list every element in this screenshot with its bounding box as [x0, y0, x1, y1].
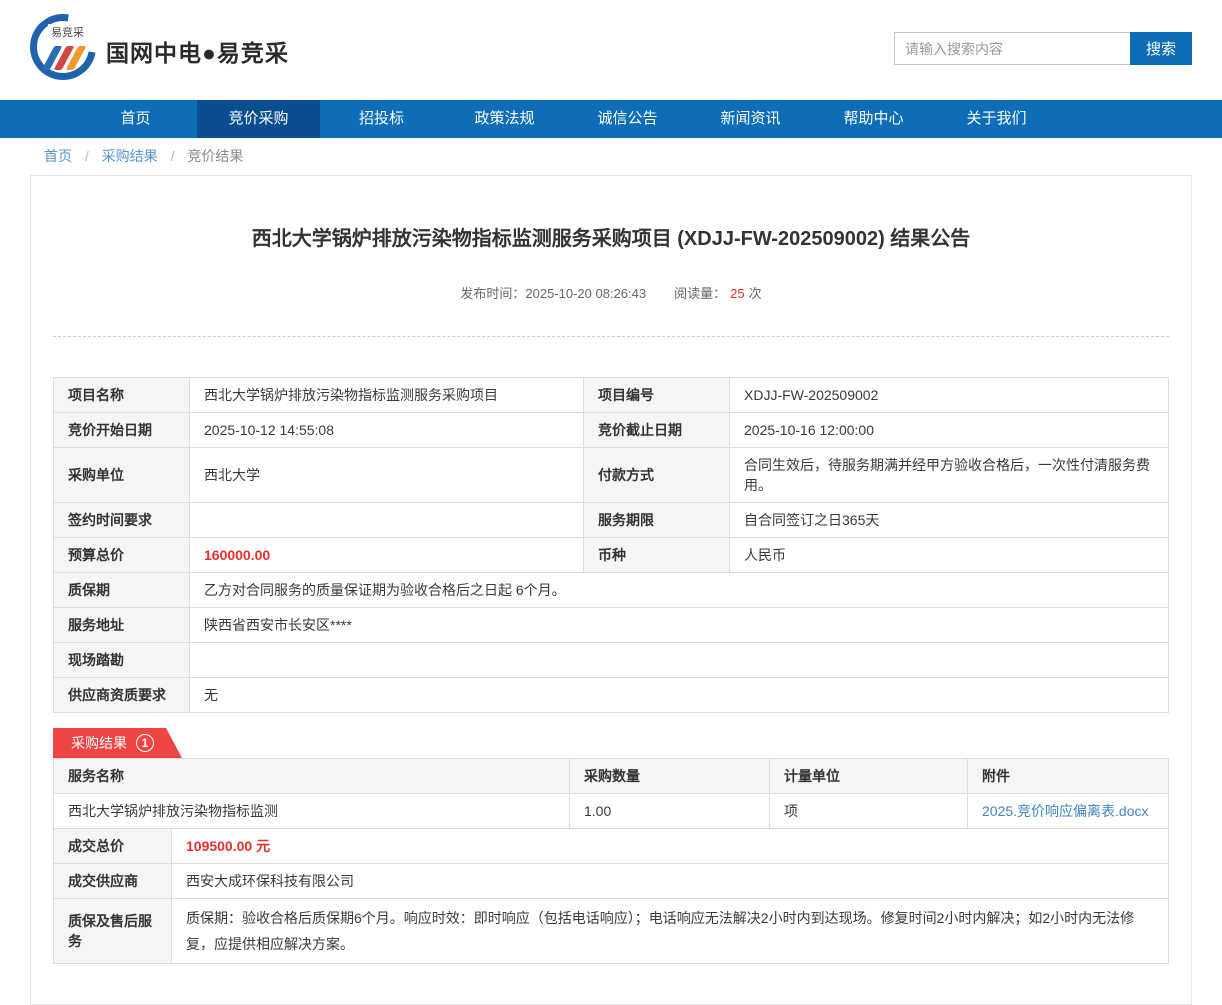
table-row: 供应商资质要求 无: [54, 678, 1169, 713]
breadcrumb-separator: /: [171, 148, 175, 164]
field-label: 项目编号: [584, 378, 730, 413]
column-header-service-name: 服务名称: [54, 759, 570, 794]
breadcrumb: 首页 / 采购结果 / 竞价结果: [0, 138, 1222, 175]
field-label: 供应商资质要求: [54, 678, 190, 713]
breadcrumb-home[interactable]: 首页: [44, 148, 72, 164]
views-label: 阅读量：: [674, 286, 726, 301]
site-header: 易竞采 国网中电●易竞采 搜索: [0, 0, 1222, 100]
warranty-service-terms: 质保期：验收合格后质保期6个月。响应时效：即时响应（包括电话响应）；电话响应无法…: [172, 899, 1169, 964]
search-button[interactable]: 搜索: [1130, 32, 1192, 65]
field-label: 竞价开始日期: [54, 413, 190, 448]
column-header-quantity: 采购数量: [570, 759, 770, 794]
article-header: 西北大学锅炉排放污染物指标监测服务采购项目 (XDJJ-FW-202509002…: [53, 176, 1169, 337]
field-value: [190, 643, 1169, 678]
table-row: 现场踏勘: [54, 643, 1169, 678]
field-value: 陕西省西安市长安区****: [190, 608, 1169, 643]
table-row: 质保及售后服务 质保期：验收合格后质保期6个月。响应时效：即时响应（包括电话响应…: [54, 899, 1169, 964]
nav-item-tendering[interactable]: 招投标: [320, 100, 443, 138]
logo-strokes-icon: [48, 46, 80, 70]
table-row: 服务地址 陕西省西安市长安区****: [54, 608, 1169, 643]
site-brand-title: 国网中电●易竞采: [106, 34, 289, 68]
field-label: 采购单位: [54, 448, 190, 503]
site-logo[interactable]: 易竞采: [28, 12, 104, 88]
result-count-badge: 1: [136, 734, 154, 752]
nav-item-policies[interactable]: 政策法规: [443, 100, 566, 138]
views-count: 25: [730, 286, 744, 301]
nav-item-news[interactable]: 新闻资讯: [689, 100, 812, 138]
field-label: 质保及售后服务: [54, 899, 172, 964]
breadcrumb-current: 竞价结果: [187, 148, 243, 164]
attachment-cell: 2025.竞价响应偏离表.docx: [968, 794, 1169, 829]
field-value: 合同生效后，待服务期满并经甲方验收合格后，一次性付清服务费用。: [730, 448, 1169, 503]
field-value: 乙方对合同服务的质量保证期为验收合格后之日起 6个月。: [190, 573, 1169, 608]
page-title: 西北大学锅炉排放污染物指标监测服务采购项目 (XDJJ-FW-202509002…: [53, 222, 1169, 251]
field-label: 竞价截止日期: [584, 413, 730, 448]
field-label: 现场踏勘: [54, 643, 190, 678]
budget-total-value: 160000.00: [190, 538, 584, 573]
table-row: 成交供应商 西安大成环保科技有限公司: [54, 864, 1169, 899]
result-items-table: 服务名称 采购数量 计量单位 附件 西北大学锅炉排放污染物指标监测 1.00 项…: [53, 758, 1169, 829]
logo-text: 易竞采: [48, 24, 87, 40]
table-row: 质保期 乙方对合同服务的质量保证期为验收合格后之日起 6个月。: [54, 573, 1169, 608]
views-unit: 次: [749, 286, 762, 301]
breadcrumb-purchase-results[interactable]: 采购结果: [102, 148, 158, 164]
quantity-cell: 1.00: [570, 794, 770, 829]
field-label: 服务期限: [584, 503, 730, 538]
search-input[interactable]: [894, 32, 1130, 65]
table-row: 项目名称 西北大学锅炉排放污染物指标监测服务采购项目 项目编号 XDJJ-FW-…: [54, 378, 1169, 413]
winning-supplier: 西安大成环保科技有限公司: [172, 864, 1169, 899]
field-label: 项目名称: [54, 378, 190, 413]
field-value: 2025-10-16 12:00:00: [730, 413, 1169, 448]
publish-time-value: 2025-10-20 08:26:43: [525, 286, 646, 301]
search-box: 搜索: [894, 32, 1192, 65]
table-header-row: 服务名称 采购数量 计量单位 附件: [54, 759, 1169, 794]
field-label: 质保期: [54, 573, 190, 608]
table-row: 竞价开始日期 2025-10-12 14:55:08 竞价截止日期 2025-1…: [54, 413, 1169, 448]
field-value: 自合同签订之日365天: [730, 503, 1169, 538]
field-label: 币种: [584, 538, 730, 573]
nav-item-bidding-purchase[interactable]: 竞价采购: [197, 100, 320, 138]
service-name-cell: 西北大学锅炉排放污染物指标监测: [54, 794, 570, 829]
project-details-table: 项目名称 西北大学锅炉排放污染物指标监测服务采购项目 项目编号 XDJJ-FW-…: [53, 377, 1169, 713]
attachment-link[interactable]: 2025.竞价响应偏离表.docx: [982, 803, 1149, 819]
breadcrumb-separator: /: [85, 148, 89, 164]
field-value: 西北大学: [190, 448, 584, 503]
field-value: 无: [190, 678, 1169, 713]
field-value: [190, 503, 584, 538]
field-value: 人民币: [730, 538, 1169, 573]
field-label: 服务地址: [54, 608, 190, 643]
column-header-attachment: 附件: [968, 759, 1169, 794]
nav-item-integrity-notice[interactable]: 诚信公告: [566, 100, 689, 138]
article-meta: 发布时间：2025-10-20 08:26:43 阅读量： 25 次: [53, 283, 1169, 302]
nav-item-about-us[interactable]: 关于我们: [935, 100, 1058, 138]
unit-cell: 项: [770, 794, 968, 829]
nav-item-help-center[interactable]: 帮助中心: [812, 100, 935, 138]
purchase-result-tag: 采购结果 1: [53, 728, 182, 758]
field-value: XDJJ-FW-202509002: [730, 378, 1169, 413]
table-row: 采购单位 西北大学 付款方式 合同生效后，待服务期满并经甲方验收合格后，一次性付…: [54, 448, 1169, 503]
table-row: 预算总价 160000.00 币种 人民币: [54, 538, 1169, 573]
main-nav: 首页 竞价采购 招投标 政策法规 诚信公告 新闻资讯 帮助中心 关于我们: [0, 100, 1222, 138]
purchase-result-tag-label: 采购结果: [71, 733, 127, 753]
table-row: 签约时间要求 服务期限 自合同签订之日365天: [54, 503, 1169, 538]
field-value: 2025-10-12 14:55:08: [190, 413, 584, 448]
field-label: 签约时间要求: [54, 503, 190, 538]
field-value: 西北大学锅炉排放污染物指标监测服务采购项目: [190, 378, 584, 413]
field-label: 预算总价: [54, 538, 190, 573]
field-label: 成交供应商: [54, 864, 172, 899]
content-card: 西北大学锅炉排放污染物指标监测服务采购项目 (XDJJ-FW-202509002…: [30, 175, 1192, 1005]
publish-time-label: 发布时间：: [460, 286, 525, 301]
table-row: 成交总价 109500.00 元: [54, 829, 1169, 864]
field-label: 付款方式: [584, 448, 730, 503]
deal-total-price: 109500.00 元: [172, 829, 1169, 864]
column-header-unit: 计量单位: [770, 759, 968, 794]
result-summary-table: 成交总价 109500.00 元 成交供应商 西安大成环保科技有限公司 质保及售…: [53, 828, 1169, 964]
nav-item-home[interactable]: 首页: [74, 100, 197, 138]
field-label: 成交总价: [54, 829, 172, 864]
table-row: 西北大学锅炉排放污染物指标监测 1.00 项 2025.竞价响应偏离表.docx: [54, 794, 1169, 829]
